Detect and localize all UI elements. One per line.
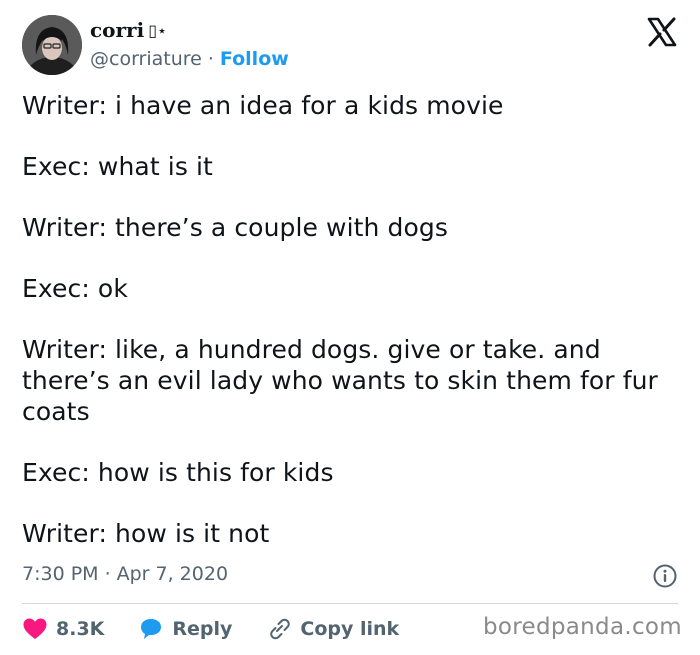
tweet-line: Writer: there’s a couple with dogs [22, 213, 449, 242]
author-handle-row: @corriature · Follow [90, 48, 289, 70]
author-name-row[interactable]: corri ▯⋆ [90, 18, 167, 42]
reply-button[interactable]: Reply [138, 617, 232, 641]
tweet-line: Writer: i have an idea for a kids movie [22, 91, 504, 120]
info-icon[interactable] [652, 563, 678, 589]
like-button[interactable]: 8.3K [22, 617, 104, 641]
author-name-glyphs: ▯⋆ [148, 20, 168, 40]
tweet-card: corri ▯⋆ @corriature · Follow Writer: i … [0, 0, 700, 655]
tweet-time: 7:30 PM [22, 563, 99, 585]
link-icon [270, 618, 291, 640]
author-handle[interactable]: @corriature [90, 48, 202, 70]
tweet-date: Apr 7, 2020 [116, 563, 229, 585]
watermark: boredpanda.com [483, 614, 682, 640]
handle-separator: · [207, 48, 214, 70]
divider [22, 603, 678, 604]
like-count: 8.3K [56, 618, 105, 640]
tweet-line: Exec: what is it [22, 152, 213, 181]
timestamp-separator: · [104, 563, 111, 585]
tweet-text: Writer: i have an idea for a kids movie … [22, 90, 682, 579]
heart-icon [23, 618, 47, 639]
author-display-name[interactable]: corri [90, 18, 144, 42]
x-logo-icon[interactable] [646, 16, 678, 48]
tweet-line: Writer: how is it not [22, 519, 270, 548]
follow-button[interactable]: Follow [220, 48, 289, 70]
copy-link-button[interactable]: Copy link [266, 617, 399, 641]
avatar[interactable] [22, 15, 82, 75]
tweet-line: Exec: how is this for kids [22, 458, 334, 487]
reply-label: Reply [172, 618, 233, 640]
copy-link-label: Copy link [300, 618, 400, 640]
speech-bubble-icon [141, 619, 162, 639]
tweet-line: Writer: like, a hundred dogs. give or ta… [22, 335, 658, 426]
tweet-line: Exec: ok [22, 274, 128, 303]
tweet-timestamp[interactable]: 7:30 PM · Apr 7, 2020 [22, 563, 228, 585]
action-bar: 8.3K Reply Copy link [22, 614, 433, 644]
